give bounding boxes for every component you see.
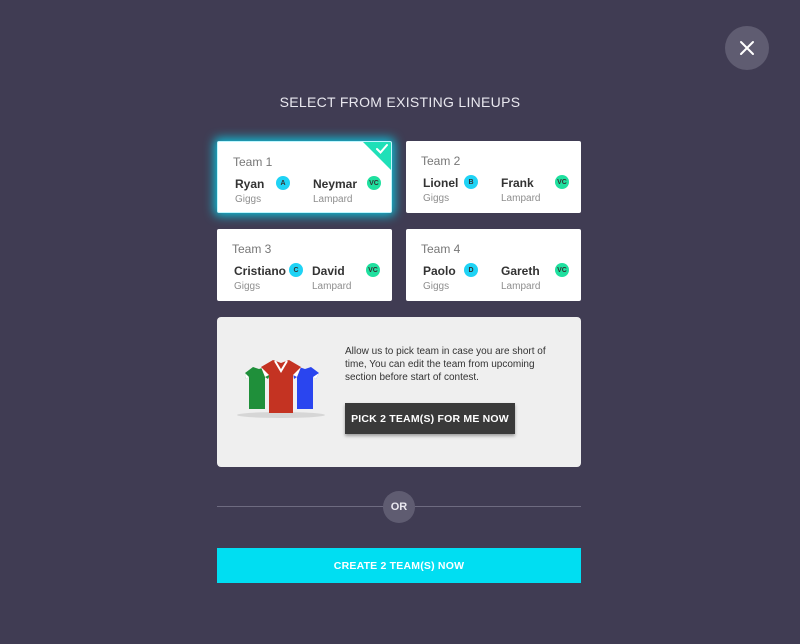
vice-captain: Frank Lampard [501, 176, 540, 204]
vice-last-name: Lampard [312, 281, 352, 292]
vice-first-name: Frank [501, 176, 534, 190]
team-card-2[interactable]: Team 2 Lionel Giggs B Frank Lampard VC [406, 141, 581, 213]
captain-badge: A [276, 176, 290, 190]
captain-first-name: Paolo [423, 264, 456, 278]
vice-first-name: David [312, 264, 345, 278]
captain-last-name: Giggs [423, 193, 450, 204]
jerseys-icon [237, 360, 325, 418]
team-name: Team 2 [421, 154, 461, 168]
vice-captain: David Lampard [312, 264, 351, 292]
vice-captain-badge: VC [367, 176, 381, 190]
captain-badge: C [289, 263, 303, 277]
close-icon [740, 41, 754, 55]
vice-first-name: Neymar [313, 177, 358, 191]
captain-first-name: Lionel [423, 176, 459, 190]
team-name: Team 1 [233, 155, 273, 169]
vice-first-name: Gareth [501, 264, 540, 278]
page-title: SELECT FROM EXISTING LINEUPS [279, 94, 521, 110]
vice-captain-badge: VC [555, 263, 569, 277]
captain-badge: B [464, 175, 478, 189]
captain-first-name: Ryan [235, 177, 265, 191]
captain-last-name: Giggs [234, 281, 261, 292]
vice-last-name: Lampard [313, 194, 353, 205]
captain-badge: D [464, 263, 478, 277]
vice-captain-badge: VC [555, 175, 569, 189]
captain: Cristiano Giggs [234, 264, 286, 292]
team-name: Team 4 [421, 242, 461, 256]
pick-teams-button[interactable]: PICK 2 TEAM(S) FOR ME NOW [345, 403, 515, 434]
vice-captain-badge: VC [366, 263, 380, 277]
or-separator: OR [383, 491, 415, 523]
captain-first-name: Cristiano [234, 264, 287, 278]
create-teams-button[interactable]: CREATE 2 TEAM(S) NOW [217, 548, 581, 583]
vice-captain: Neymar Lampard [313, 177, 357, 205]
close-button[interactable] [725, 26, 769, 70]
auto-pick-panel: Allow us to pick team in case you are sh… [217, 317, 581, 467]
auto-pick-description: Allow us to pick team in case you are sh… [345, 346, 546, 383]
captain-last-name: Giggs [423, 281, 450, 292]
captain: Ryan Giggs [235, 177, 264, 205]
team-card-1[interactable]: Team 1 Ryan Giggs A Neymar Lampard VC [217, 141, 392, 213]
vice-last-name: Lampard [501, 281, 541, 292]
captain-last-name: Giggs [235, 194, 262, 205]
checkmark-icon [376, 144, 388, 154]
team-card-4[interactable]: Team 4 Paolo Giggs D Gareth Lampard VC [406, 229, 581, 301]
captain: Paolo Giggs [423, 264, 456, 292]
captain: Lionel Giggs [423, 176, 458, 204]
team-card-3[interactable]: Team 3 Cristiano Giggs C David Lampard V… [217, 229, 392, 301]
vice-captain: Gareth Lampard [501, 264, 540, 292]
team-name: Team 3 [232, 242, 272, 256]
vice-last-name: Lampard [501, 193, 541, 204]
